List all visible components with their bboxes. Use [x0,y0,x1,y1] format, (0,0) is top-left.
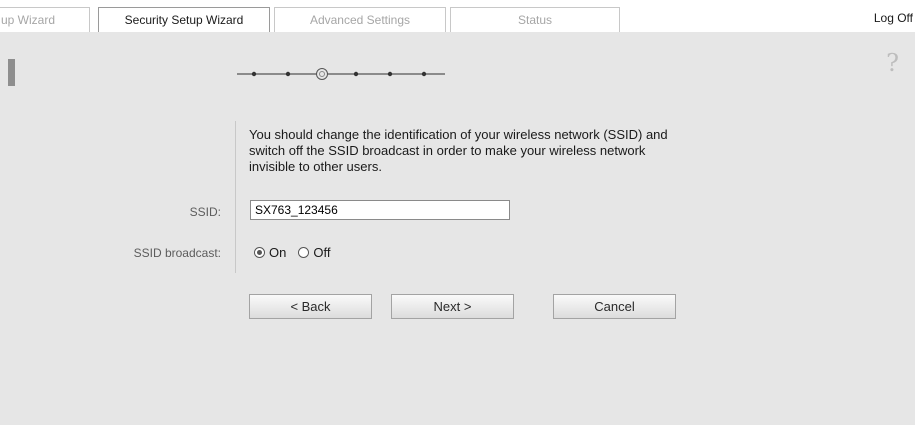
next-button[interactable]: Next > [391,294,514,319]
step-dot [251,71,257,77]
radio-on-circle[interactable] [254,247,265,258]
tab-label: Status [517,13,553,27]
tab-bar: up Wizard Security Setup Wizard Advanced… [0,0,915,33]
side-marker [8,59,15,86]
divider [235,121,236,273]
step-dot [353,71,359,77]
wizard-panel [0,32,915,425]
step-dot-current [316,68,328,80]
back-button[interactable]: < Back [249,294,372,319]
tab-advanced-settings[interactable]: Advanced Settings [274,7,446,32]
ssid-broadcast-radio-group: On Off [254,245,342,260]
tab-label: Advanced Settings [309,13,411,27]
wizard-description: You should change the identification of … [249,127,668,174]
ssid-input[interactable] [250,200,510,220]
radio-off-label: Off [313,245,331,260]
question-mark-icon[interactable]: ? [886,49,899,77]
cancel-button[interactable]: Cancel [553,294,676,319]
step-dot [387,71,393,77]
tab-status[interactable]: Status [450,7,620,32]
radio-on-label: On [269,245,287,260]
radio-selected-dot [257,250,262,255]
wizard-progress-indicator [237,68,445,80]
tab-security-setup-wizard[interactable]: Security Setup Wizard [98,7,270,32]
radio-off-circle[interactable] [298,247,310,258]
log-off-link[interactable]: Log Off [874,11,913,25]
ssid-label: SSID: [189,205,221,219]
radio-on[interactable]: On [254,245,286,260]
step-dot [285,71,291,77]
ssid-broadcast-label: SSID broadcast: [133,246,221,260]
radio-off[interactable]: Off [298,245,330,260]
tab-label: Security Setup Wizard [124,13,244,27]
step-dot [421,71,427,77]
tab-label: up Wizard [1,13,56,27]
tab-setup-wizard[interactable]: up Wizard [0,7,90,32]
